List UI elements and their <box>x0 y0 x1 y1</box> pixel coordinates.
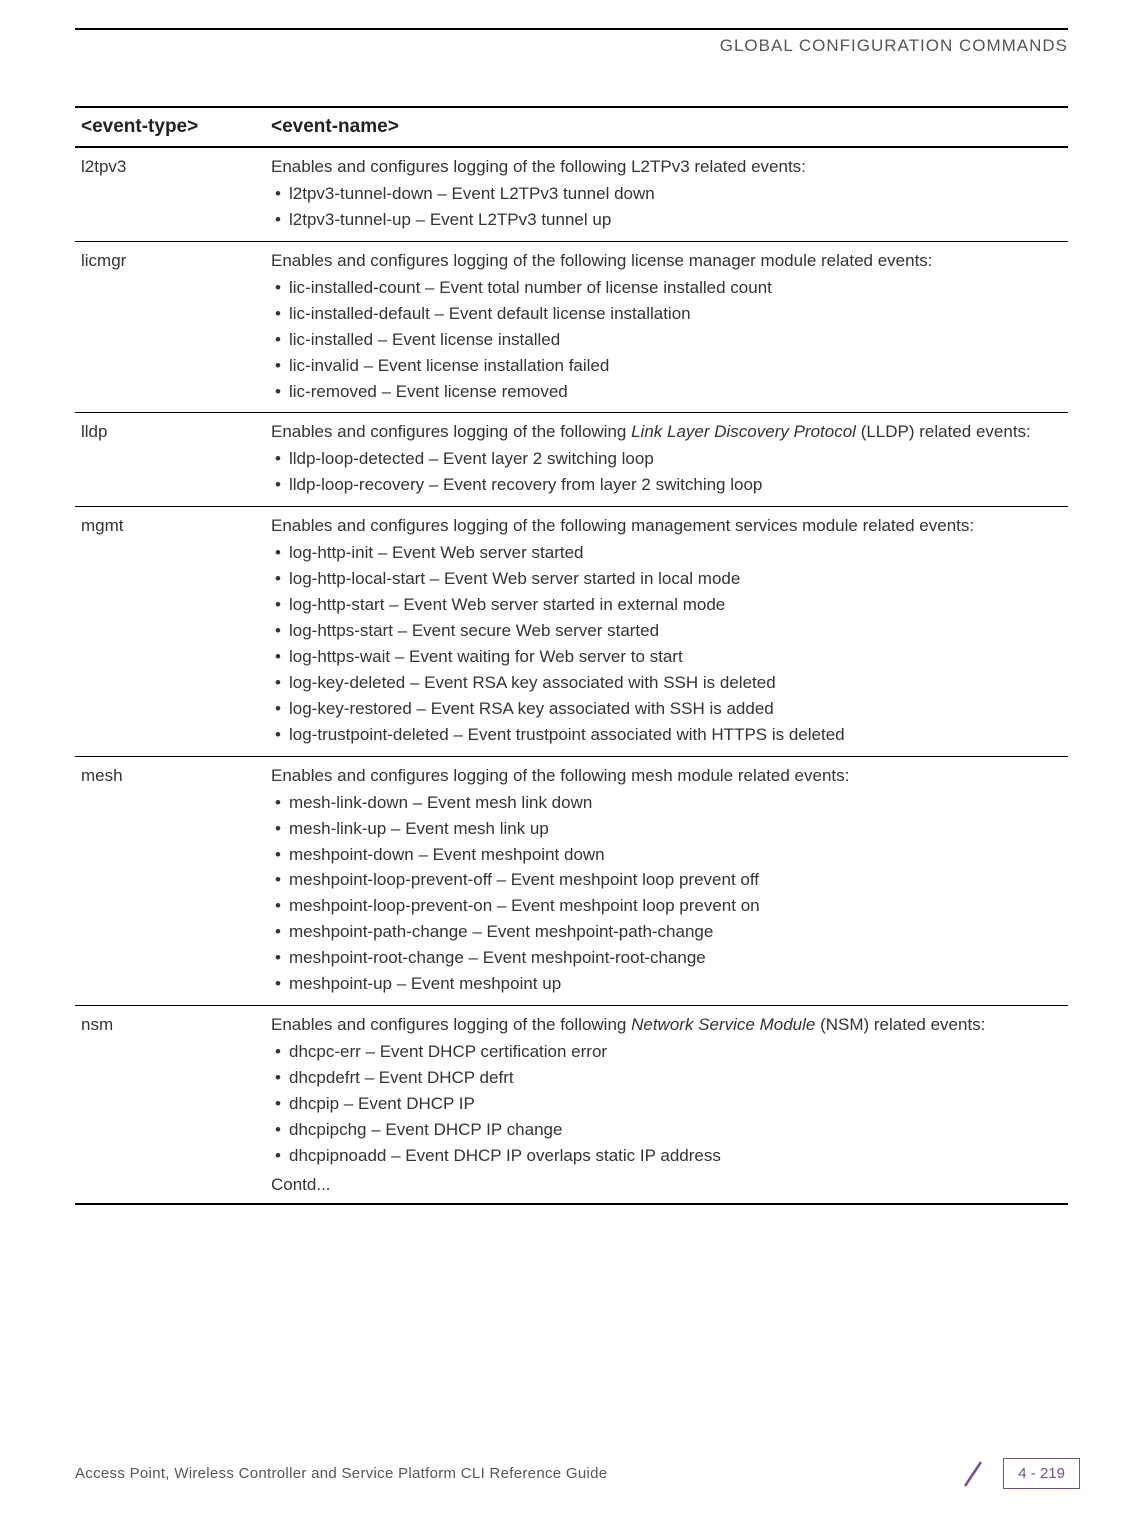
list-item: l2tpv3-tunnel-up – Event L2TPv3 tunnel u… <box>275 209 1062 232</box>
list-item: dhcpc-err – Event DHCP certification err… <box>275 1041 1062 1064</box>
list-item: lldp-loop-recovery – Event recovery from… <box>275 474 1062 497</box>
event-name-cell: Enables and configures logging of the fo… <box>265 1006 1068 1204</box>
list-item: log-key-deleted – Event RSA key associat… <box>275 672 1062 695</box>
event-list: dhcpc-err – Event DHCP certification err… <box>271 1041 1062 1168</box>
event-list: l2tpv3-tunnel-down – Event L2TPv3 tunnel… <box>271 183 1062 232</box>
list-item: meshpoint-root-change – Event meshpoint-… <box>275 947 1062 970</box>
list-item: meshpoint-loop-prevent-on – Event meshpo… <box>275 895 1062 918</box>
list-item: log-https-start – Event secure Web serve… <box>275 620 1062 643</box>
table-row: lldp Enables and configures logging of th… <box>75 413 1068 507</box>
col-header-event-type: <event-type> <box>75 107 265 147</box>
list-item: log-trustpoint-deleted – Event trustpoin… <box>275 724 1062 747</box>
event-list: lldp-loop-detected – Event layer 2 switc… <box>271 448 1062 497</box>
event-type-cell: mesh <box>75 756 265 1005</box>
table-row: nsm Enables and configures logging of the… <box>75 1006 1068 1204</box>
list-item: log-key-restored – Event RSA key associa… <box>275 698 1062 721</box>
list-item: lic-invalid – Event license installation… <box>275 355 1062 378</box>
list-item: log-http-start – Event Web server starte… <box>275 594 1062 617</box>
event-intro: Enables and configures logging of the fo… <box>271 250 1062 273</box>
event-name-cell: Enables and configures logging of the fo… <box>265 241 1068 413</box>
list-item: mesh-link-up – Event mesh link up <box>275 818 1062 841</box>
event-list: lic-installed-count – Event total number… <box>271 277 1062 404</box>
table-row: mesh Enables and configures logging of th… <box>75 756 1068 1005</box>
event-type-cell: licmgr <box>75 241 265 413</box>
list-item: dhcpdefrt – Event DHCP defrt <box>275 1067 1062 1090</box>
event-type-cell: nsm <box>75 1006 265 1204</box>
event-intro: Enables and configures logging of the fo… <box>271 421 1062 444</box>
event-table: <event-type> <event-name> l2tpv3 Enables … <box>75 106 1068 1205</box>
event-intro: Enables and configures logging of the fo… <box>271 1014 1062 1037</box>
list-item: lic-installed-count – Event total number… <box>275 277 1062 300</box>
table-row: licmgr Enables and configures logging of … <box>75 241 1068 413</box>
event-name-cell: Enables and configures logging of the fo… <box>265 413 1068 507</box>
section-header: GLOBAL CONFIGURATION COMMANDS <box>75 28 1068 56</box>
event-intro: Enables and configures logging of the fo… <box>271 515 1062 538</box>
slash-icon <box>959 1460 987 1488</box>
list-item: dhcpip – Event DHCP IP <box>275 1093 1062 1116</box>
list-item: log-http-init – Event Web server started <box>275 542 1062 565</box>
list-item: dhcpipnoadd – Event DHCP IP overlaps sta… <box>275 1145 1062 1168</box>
list-item: lic-removed – Event license removed <box>275 381 1062 404</box>
list-item: dhcpipchg – Event DHCP IP change <box>275 1119 1062 1142</box>
event-list: log-http-init – Event Web server started… <box>271 542 1062 747</box>
list-item: meshpoint-loop-prevent-off – Event meshp… <box>275 869 1062 892</box>
list-item: meshpoint-path-change – Event meshpoint-… <box>275 921 1062 944</box>
list-item: log-http-local-start – Event Web server … <box>275 568 1062 591</box>
list-item: mesh-link-down – Event mesh link down <box>275 792 1062 815</box>
page-footer: Access Point, Wireless Controller and Se… <box>0 1458 1128 1489</box>
footer-text: Access Point, Wireless Controller and Se… <box>75 1465 607 1482</box>
list-item: l2tpv3-tunnel-down – Event L2TPv3 tunnel… <box>275 183 1062 206</box>
event-name-cell: Enables and configures logging of the fo… <box>265 147 1068 241</box>
event-type-cell: mgmt <box>75 507 265 756</box>
event-name-cell: Enables and configures logging of the fo… <box>265 756 1068 1005</box>
event-name-cell: Enables and configures logging of the fo… <box>265 507 1068 756</box>
contd-text: Contd... <box>271 1174 1062 1197</box>
event-list: mesh-link-down – Event mesh link down mes… <box>271 792 1062 997</box>
list-item: lic-installed – Event license installed <box>275 329 1062 352</box>
event-type-cell: l2tpv3 <box>75 147 265 241</box>
event-intro: Enables and configures logging of the fo… <box>271 765 1062 788</box>
list-item: meshpoint-up – Event meshpoint up <box>275 973 1062 996</box>
table-row: mgmt Enables and configures logging of th… <box>75 507 1068 756</box>
list-item: lic-installed-default – Event default li… <box>275 303 1062 326</box>
page-number: 4 - 219 <box>1003 1458 1080 1489</box>
col-header-event-name: <event-name> <box>265 107 1068 147</box>
list-item: meshpoint-down – Event meshpoint down <box>275 844 1062 867</box>
list-item: lldp-loop-detected – Event layer 2 switc… <box>275 448 1062 471</box>
event-intro: Enables and configures logging of the fo… <box>271 156 1062 179</box>
table-row: l2tpv3 Enables and configures logging of … <box>75 147 1068 241</box>
event-type-cell: lldp <box>75 413 265 507</box>
list-item: log-https-wait – Event waiting for Web s… <box>275 646 1062 669</box>
